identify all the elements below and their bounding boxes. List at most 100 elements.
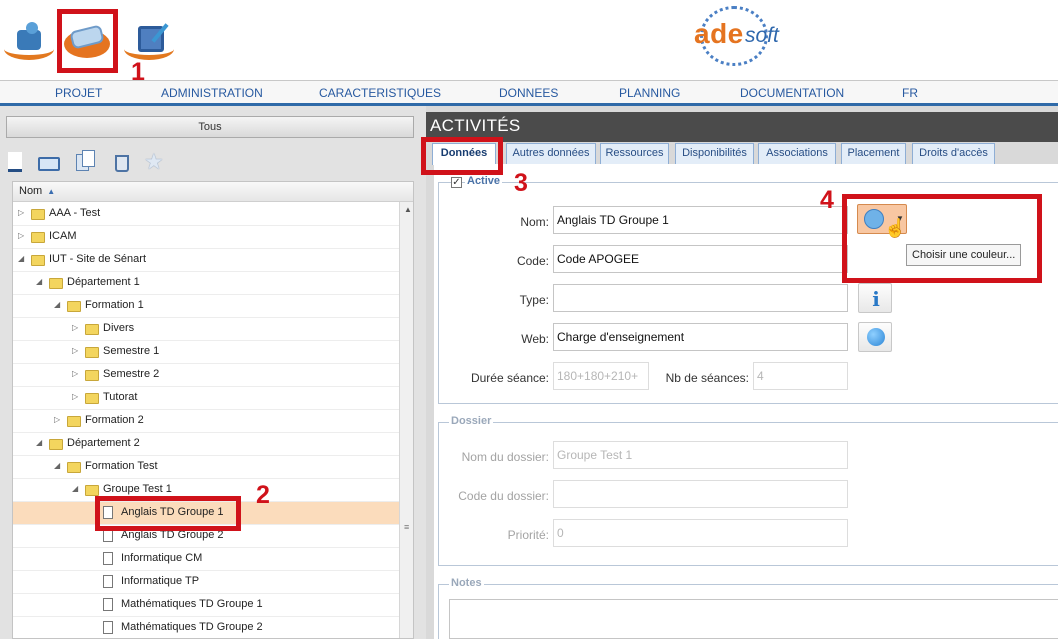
notes-textarea[interactable] bbox=[449, 599, 1058, 639]
new-document-icon[interactable] bbox=[4, 150, 28, 174]
tree-folder-row[interactable]: ◢ Département 1 bbox=[13, 272, 399, 295]
expand-arrow-icon[interactable]: ▷ bbox=[72, 369, 78, 378]
menu-language[interactable]: FR bbox=[902, 86, 918, 100]
type-info-button[interactable]: i bbox=[858, 283, 892, 313]
tree-folder-row[interactable]: ▷ Semestre 1 bbox=[13, 341, 399, 364]
folder-icon bbox=[67, 301, 81, 312]
expand-arrow-icon[interactable]: ▷ bbox=[18, 208, 24, 217]
scroll-up-icon[interactable]: ▲ bbox=[404, 205, 412, 214]
tree-folder-row[interactable]: ▷ Semestre 2 bbox=[13, 364, 399, 387]
tree-item-label: ICAM bbox=[49, 230, 77, 242]
tree-folder-row[interactable]: ◢ Formation 1 bbox=[13, 295, 399, 318]
tree-item-label: Semestre 1 bbox=[103, 345, 160, 357]
folder-icon bbox=[67, 416, 81, 427]
top-bar: ade soft bbox=[0, 0, 1058, 80]
nom-label: Nom: bbox=[520, 215, 549, 229]
collapse-arrow-icon[interactable]: ◢ bbox=[54, 300, 60, 309]
menu-administration[interactable]: ADMINISTRATION bbox=[161, 86, 263, 100]
tab-autres-donnees[interactable]: Autres données bbox=[506, 143, 596, 164]
code-dossier-field[interactable] bbox=[553, 480, 848, 508]
tab-droits-acces[interactable]: Droits d'accès bbox=[912, 143, 995, 164]
tab-placement[interactable]: Placement bbox=[841, 143, 906, 164]
tree-column-header[interactable]: Nom ▲ bbox=[13, 182, 413, 202]
collapse-arrow-icon[interactable]: ◢ bbox=[18, 254, 24, 263]
expand-arrow-icon[interactable]: ▷ bbox=[54, 415, 60, 424]
info-icon: i bbox=[872, 287, 880, 311]
tree-document-row[interactable]: Informatique TP bbox=[13, 571, 399, 594]
priorite-label: Priorité: bbox=[507, 528, 549, 542]
expand-arrow-icon[interactable]: ▷ bbox=[72, 323, 78, 332]
tab-associations[interactable]: Associations bbox=[758, 143, 836, 164]
nb-seances-label: Nb de séances: bbox=[665, 371, 749, 385]
menu-documentation[interactable]: DOCUMENTATION bbox=[740, 86, 844, 100]
title-band bbox=[426, 112, 1058, 142]
sort-ascending-icon: ▲ bbox=[47, 187, 56, 196]
annotation-box-2 bbox=[95, 496, 241, 531]
trash-icon[interactable] bbox=[110, 150, 134, 174]
collapse-arrow-icon[interactable]: ◢ bbox=[54, 461, 60, 470]
tree-folder-row[interactable]: ▷ ICAM bbox=[13, 226, 399, 249]
menu-caracteristiques[interactable]: CARACTERISTIQUES bbox=[319, 86, 441, 100]
calendar-planning-icon[interactable] bbox=[124, 14, 174, 64]
type-field[interactable] bbox=[553, 284, 848, 312]
tree-item-label: Département 1 bbox=[67, 276, 140, 288]
tree-folder-row[interactable]: ▷ Formation 2 bbox=[13, 410, 399, 433]
expand-arrow-icon[interactable]: ▷ bbox=[72, 346, 78, 355]
code-field[interactable]: Code APOGEE bbox=[553, 245, 848, 273]
folder-icon[interactable] bbox=[38, 150, 62, 174]
tree-folder-row[interactable]: ◢ IUT - Site de Sénart bbox=[13, 249, 399, 272]
menu-planning[interactable]: PLANNING bbox=[619, 86, 680, 100]
tree-item-label: Semestre 2 bbox=[103, 368, 160, 380]
tree-folder-row[interactable]: ▷ Tutorat bbox=[13, 387, 399, 410]
tree-document-row[interactable]: Mathématiques TD Groupe 1 bbox=[13, 594, 399, 617]
type-label: Type: bbox=[519, 293, 549, 307]
menu-donnees[interactable]: DONNEES bbox=[499, 86, 558, 100]
active-checkbox[interactable]: ✓ bbox=[451, 177, 462, 188]
dossier-legend: Dossier bbox=[449, 415, 494, 427]
tree-folder-row[interactable]: ▷ Divers bbox=[13, 318, 399, 341]
star-icon[interactable]: ★ bbox=[144, 150, 168, 174]
activity-tree: Nom ▲ ▷ AAA - Test ▷ ICAM ◢ IUT - Site de Sén… bbox=[12, 181, 414, 639]
copy-icon[interactable] bbox=[74, 150, 98, 174]
code-label: Code: bbox=[516, 254, 549, 268]
web-field[interactable]: Charge d'enseignement bbox=[553, 323, 848, 351]
annotation-number-2: 2 bbox=[256, 481, 270, 509]
document-icon bbox=[103, 575, 113, 588]
folder-icon bbox=[31, 232, 45, 243]
web-open-button[interactable] bbox=[858, 322, 892, 352]
collapse-arrow-icon[interactable]: ◢ bbox=[36, 277, 42, 286]
tree-item-label: Formation 1 bbox=[85, 299, 144, 311]
menu-projet[interactable]: PROJET bbox=[55, 86, 102, 100]
tree-folder-row[interactable]: ▷ AAA - Test bbox=[13, 203, 399, 226]
tab-disponibilites[interactable]: Disponibilités bbox=[675, 143, 754, 164]
filter-all-button[interactable]: Tous bbox=[6, 116, 414, 138]
tree-item-label: Département 2 bbox=[67, 437, 140, 449]
tree-folder-row[interactable]: ◢ Formation Test bbox=[13, 456, 399, 479]
collapse-arrow-icon[interactable]: ◢ bbox=[36, 438, 42, 447]
tree-item-label: Informatique CM bbox=[121, 552, 203, 564]
expand-arrow-icon[interactable]: ▷ bbox=[72, 392, 78, 401]
folder-icon bbox=[67, 462, 81, 473]
expand-arrow-icon[interactable]: ▷ bbox=[18, 231, 24, 240]
nb-seances-field[interactable]: 4 bbox=[753, 362, 848, 390]
nom-field[interactable]: Anglais TD Groupe 1 bbox=[553, 206, 848, 234]
tree-item-label: Mathématiques TD Groupe 2 bbox=[121, 621, 263, 633]
folder-icon bbox=[31, 209, 45, 220]
admin-user-icon[interactable] bbox=[4, 14, 54, 64]
nom-dossier-field[interactable]: Groupe Test 1 bbox=[553, 441, 848, 469]
collapse-arrow-icon[interactable]: ◢ bbox=[72, 484, 78, 493]
column-name-label: Nom bbox=[19, 185, 43, 197]
duree-field[interactable]: 180+180+210+ bbox=[553, 362, 649, 390]
tree-item-label: IUT - Site de Sénart bbox=[49, 253, 147, 265]
notes-legend: Notes bbox=[449, 577, 484, 589]
priorite-field[interactable]: 0 bbox=[553, 519, 848, 547]
tree-folder-row[interactable]: ◢ Département 2 bbox=[13, 433, 399, 456]
tree-item-label: Tutorat bbox=[103, 391, 138, 403]
tree-document-row[interactable]: Mathématiques TD Groupe 2 bbox=[13, 617, 399, 638]
tree-scrollbar[interactable]: ▲ ≡ bbox=[399, 202, 413, 638]
scroll-grip-icon[interactable]: ≡ bbox=[404, 522, 409, 532]
tree-item-label: Formation Test bbox=[85, 460, 158, 472]
web-label: Web: bbox=[521, 332, 549, 346]
tab-ressources[interactable]: Ressources bbox=[600, 143, 669, 164]
tree-document-row[interactable]: Informatique CM bbox=[13, 548, 399, 571]
